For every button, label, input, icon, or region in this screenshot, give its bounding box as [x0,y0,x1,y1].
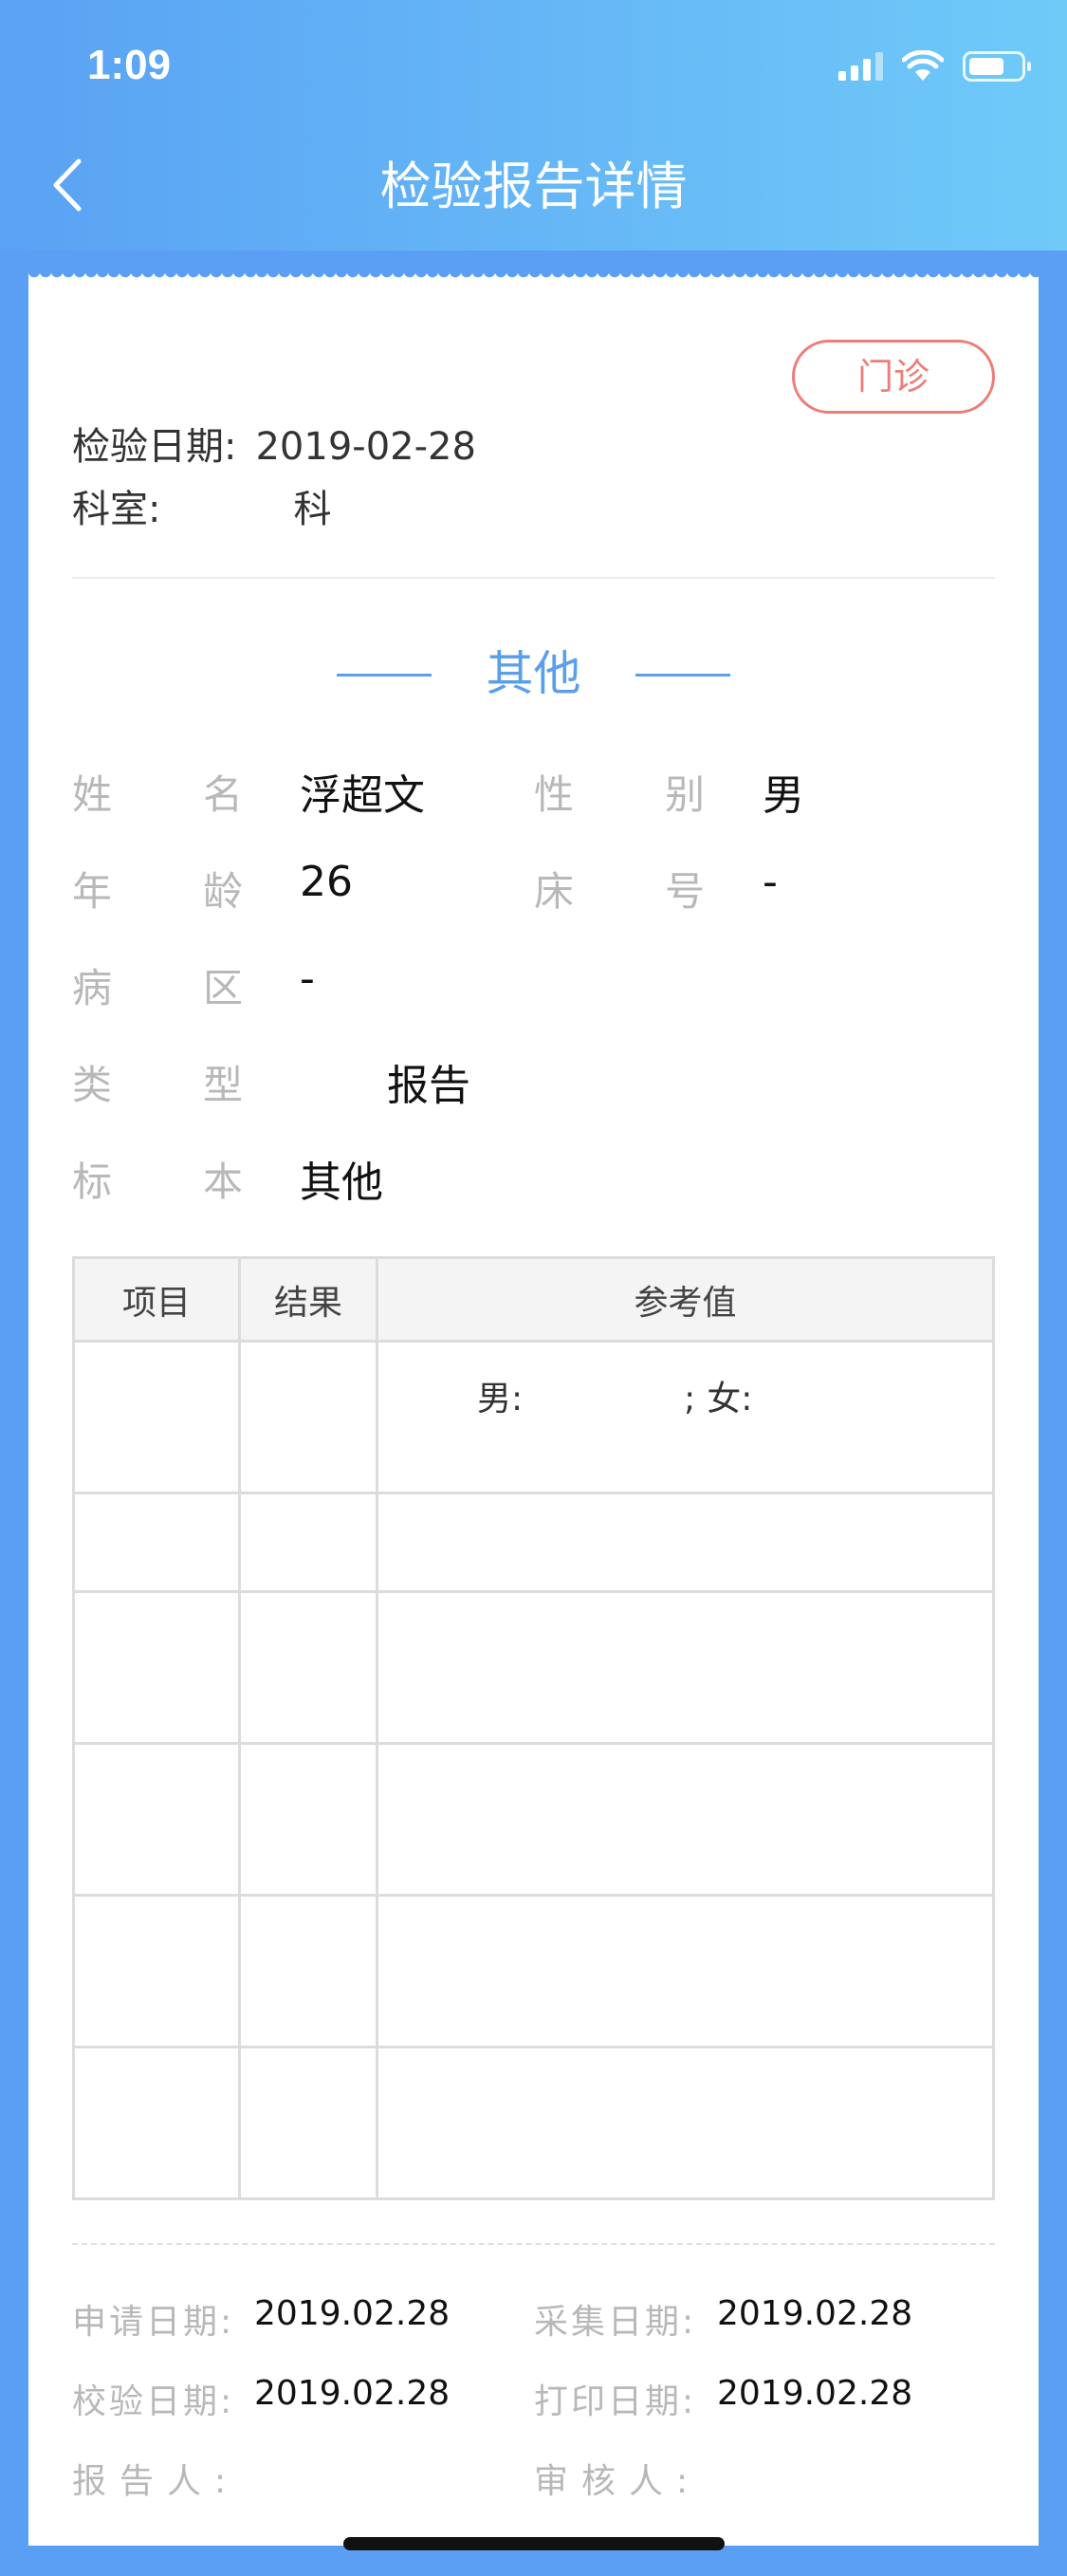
status-time: 1:09 [87,42,172,88]
page-title: 检验报告详情 [379,157,688,216]
table-row [72,1492,995,1593]
reporter-label: 报告人: [72,2462,240,2501]
name-label: 姓名 [72,771,243,818]
apply-date-label: 申请日期: [72,2303,235,2342]
sample-label: 标本 [72,1158,243,1205]
table-cell [72,2046,241,2200]
name-value: 浮超文 [300,771,425,820]
table-cell [376,1590,995,1745]
visit-type-badge: 门诊 [792,340,995,414]
test-date-value: 2019-02-28 [255,425,476,469]
ward-value: - [300,954,315,1003]
print-date-label: 打印日期: [534,2382,697,2421]
table-cell [72,1742,241,1897]
dashed-divider [72,2243,995,2245]
table-cell [238,1590,378,1745]
table-cell [238,1742,378,1897]
table-cell [72,1894,241,2048]
table-cell [238,2046,378,2200]
sex-label: 性别 [534,771,705,818]
ref-female: 女: [707,1380,753,1418]
sample-value: 其他 [300,1158,383,1207]
battery-icon [963,51,1031,82]
table-row [72,1894,995,2048]
status-icons [838,47,1031,85]
verify-date-label: 校验日期: [72,2382,235,2421]
ward-label: 病区 [72,965,243,1011]
table-cell [72,1340,241,1494]
department-row: 科室: 科 [72,478,331,533]
header-reference: 参考值 [376,1256,995,1343]
header-bar: 1:09 检验报告详情 [0,0,1067,250]
table-header-row: 项目 结果 参考值 [72,1256,995,1343]
test-date-label: 检验日期: [72,425,237,469]
ref-male: 男: [477,1380,524,1418]
age-value: 26 [300,858,353,906]
apply-date-value: 2019.02.28 [254,2294,451,2333]
table-cell [238,1894,378,2048]
type-value: 报告 [387,1062,470,1110]
print-date-value: 2019.02.28 [717,2374,913,2413]
header-result: 结果 [238,1256,378,1343]
verify-date-value: 2019.02.28 [254,2374,451,2413]
table-cell [376,1492,995,1593]
divider [72,577,995,579]
department-label: 科室: [72,488,161,531]
collect-date-label: 采集日期: [534,2303,697,2342]
table-cell [238,1340,378,1494]
bed-value: - [763,858,778,906]
sex-value: 男 [763,771,804,820]
type-label: 类型 [72,1062,243,1108]
results-table: 项目 结果 参考值 男:; 女: [72,1256,995,2200]
section-title: 其他 [486,646,581,701]
table-row [72,1590,995,1745]
table-cell [238,1492,378,1593]
collect-date-value: 2019.02.28 [717,2294,913,2333]
age-label: 年龄 [72,868,243,915]
header-item: 项目 [72,1256,241,1343]
bed-label: 床号 [534,868,705,915]
home-indicator [343,2537,725,2550]
table-cell [72,1492,241,1593]
reference-cell: 男:; 女: [376,1340,995,1494]
wifi-icon [902,50,944,81]
table-row: 男:; 女: [72,1340,995,1494]
title-line-right [635,674,730,676]
table-cell [376,2046,995,2200]
test-date-row: 检验日期: 2019-02-28 [72,416,476,471]
auditor-label: 审核人: [534,2462,702,2501]
cellular-signal-icon [838,52,883,81]
ref-separator: ; [684,1380,696,1418]
department-value: 科 [293,488,332,531]
table-cell [376,1894,995,2048]
table-cell [72,1590,241,1745]
table-cell [376,1742,995,1897]
table-row [72,1742,995,1897]
card-zigzag-edge [28,271,1039,285]
table-row [72,2046,995,2200]
